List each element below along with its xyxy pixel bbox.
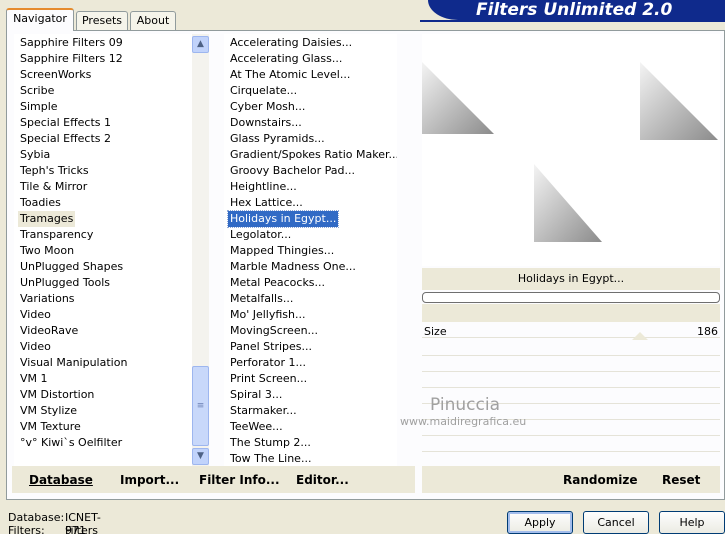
filter-item[interactable]: Heightline... — [228, 179, 299, 195]
database-info: Database: ICNET-Filters — [8, 511, 101, 534]
help-button[interactable]: Help — [659, 511, 725, 534]
category-item[interactable]: Video — [18, 307, 53, 323]
category-item[interactable]: Transparency — [18, 227, 95, 243]
category-item[interactable]: Teph's Tricks — [18, 163, 91, 179]
control-row[interactable] — [422, 356, 720, 372]
preview-filter-name: Holidays in Egypt... — [422, 268, 720, 290]
category-item[interactable]: Special Effects 1 — [18, 115, 113, 131]
cancel-button[interactable]: Cancel — [583, 511, 649, 534]
filter-item[interactable]: Accelerating Daisies... — [228, 35, 354, 51]
filter-item[interactable]: Legolator... — [228, 227, 293, 243]
category-item[interactable]: Tile & Mirror — [18, 179, 89, 195]
import-button[interactable]: Import... — [120, 473, 179, 487]
filter-item[interactable]: Groovy Bachelor Pad... — [228, 163, 357, 179]
filter-item[interactable]: Cyber Mosh... — [228, 99, 307, 115]
filter-info-button[interactable]: Filter Info... — [199, 473, 280, 487]
slider-knob[interactable] — [632, 332, 648, 340]
filter-item[interactable]: Downstairs... — [228, 115, 304, 131]
category-item[interactable]: °v° Kiwi`s Oelfilter — [18, 435, 124, 451]
category-item[interactable]: VM Distortion — [18, 387, 96, 403]
tab-about[interactable]: About — [130, 11, 176, 30]
filter-item[interactable]: Gradient/Spokes Ratio Maker... — [228, 147, 397, 163]
category-item[interactable]: Sybia — [18, 147, 52, 163]
filter-item[interactable]: MovingScreen... — [228, 323, 320, 339]
filters-label: Filters: — [8, 524, 45, 534]
chevron-down-icon[interactable]: ▼ — [192, 448, 209, 465]
category-item[interactable]: VM Stylize — [18, 403, 79, 419]
category-item[interactable]: Variations — [18, 291, 77, 307]
filters-info: Filters: 971 — [8, 524, 86, 534]
editor-button[interactable]: Editor... — [296, 473, 349, 487]
banner-underline — [420, 20, 725, 22]
filters-count: 971 — [65, 524, 86, 534]
category-item[interactable]: Simple — [18, 99, 60, 115]
size-label: Size — [424, 325, 447, 338]
control-row[interactable] — [422, 340, 720, 356]
filter-item[interactable]: Panel Stripes... — [228, 339, 314, 355]
category-item[interactable]: Sapphire Filters 09 — [18, 35, 125, 51]
filter-preview — [422, 34, 720, 266]
category-list[interactable]: Sapphire Filters 09 Sapphire Filters 12 Sc… — [14, 34, 192, 466]
size-value[interactable]: 186 — [690, 325, 718, 339]
filter-item[interactable]: Spiral 3... — [228, 387, 284, 403]
category-scrollbar[interactable]: ▲ ≡ ▼ — [192, 34, 209, 466]
grip-icon: ≡ — [196, 401, 205, 411]
filter-item[interactable]: At The Atomic Level... — [228, 67, 352, 83]
watermark-url: www.maidiregrafica.eu — [400, 415, 527, 428]
preview-image — [422, 62, 718, 242]
filter-item[interactable]: Metalfalls... — [228, 291, 295, 307]
category-item[interactable]: Visual Manipulation — [18, 355, 129, 371]
filter-item[interactable]: TeeWee... — [228, 419, 285, 435]
category-item[interactable]: Two Moon — [18, 243, 76, 259]
list-separator — [210, 34, 224, 466]
watermark-name: Pinuccia — [430, 395, 500, 415]
apply-button[interactable]: Apply — [507, 511, 573, 534]
category-item[interactable]: Sapphire Filters 12 — [18, 51, 125, 67]
category-item[interactable]: UnPlugged Shapes — [18, 259, 125, 275]
category-item[interactable]: Special Effects 2 — [18, 131, 113, 147]
control-row[interactable] — [422, 322, 720, 338]
progress-bar — [422, 292, 720, 303]
chevron-up-icon[interactable]: ▲ — [192, 36, 209, 53]
scroll-thumb[interactable]: ≡ — [192, 366, 209, 446]
filter-item[interactable]: Mo' Jellyfish... — [228, 307, 308, 323]
category-item[interactable]: UnPlugged Tools — [18, 275, 112, 291]
category-item[interactable]: Scribe — [18, 83, 56, 99]
filter-item[interactable]: The Stump 2... — [228, 435, 313, 451]
tab-presets[interactable]: Presets — [76, 11, 128, 30]
filter-item[interactable]: Hex Lattice... — [228, 195, 305, 211]
category-item[interactable]: VM 1 — [18, 371, 50, 387]
filter-item[interactable]: Holidays in Egypt... — [226, 210, 340, 228]
database-label: Database: — [8, 511, 65, 524]
filter-item[interactable]: Accelerating Glass... — [228, 51, 344, 67]
filter-item[interactable]: Marble Madness One... — [228, 259, 358, 275]
category-item[interactable]: VM Texture — [18, 419, 83, 435]
filter-list[interactable]: Accelerating Daisies... Accelerating Glas… — [224, 34, 397, 466]
filter-item[interactable]: Starmaker... — [228, 403, 299, 419]
category-item[interactable]: VideoRave — [18, 323, 80, 339]
filter-item[interactable]: Glass Pyramids... — [228, 131, 327, 147]
filter-item[interactable]: Metal Peacocks... — [228, 275, 327, 291]
reset-button[interactable]: Reset — [662, 473, 700, 487]
app-banner-title: Filters Unlimited 2.0 — [428, 0, 725, 20]
category-item[interactable]: Toadies — [18, 195, 63, 211]
control-strip — [422, 304, 720, 322]
control-row[interactable] — [422, 372, 720, 388]
database-button[interactable]: Database — [29, 473, 93, 487]
tab-navigator[interactable]: Navigator — [6, 8, 74, 31]
filter-item[interactable]: Tow The Line... — [228, 451, 313, 466]
category-item[interactable]: Tramages — [18, 211, 76, 227]
randomize-button[interactable]: Randomize — [563, 473, 637, 487]
control-row[interactable] — [422, 436, 720, 452]
filter-item[interactable]: Perforator 1... — [228, 355, 308, 371]
category-item[interactable]: Video — [18, 339, 53, 355]
filter-item[interactable]: Print Screen... — [228, 371, 309, 387]
list-separator — [397, 34, 419, 466]
filter-item[interactable]: Mapped Thingies... — [228, 243, 336, 259]
category-item[interactable]: ScreenWorks — [18, 67, 93, 83]
filter-item[interactable]: Cirquelate... — [228, 83, 299, 99]
